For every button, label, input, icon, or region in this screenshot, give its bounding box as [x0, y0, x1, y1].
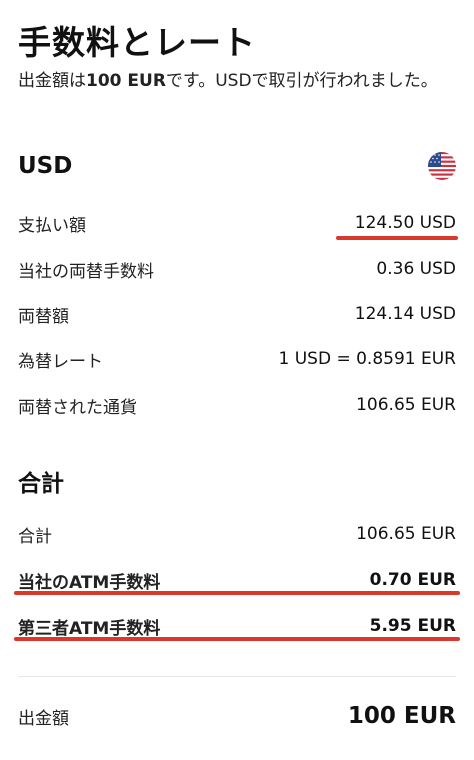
row-value: 124.50 USD [354, 213, 456, 233]
highlight-underline [336, 236, 458, 240]
row-value: 5.95 EUR [369, 616, 456, 636]
subtitle-text-pre: 出金額は [18, 71, 86, 91]
row-total: 合計 106.65 EUR [18, 520, 456, 548]
withdrawal-label: 出金額 [18, 708, 69, 729]
page-subtitle: 出金額は100 EURです。USDで取引が行われました。 [18, 68, 458, 95]
row-exchange-rate: 為替レート 1 USD = 0.8591 EUR [18, 345, 456, 373]
row-label: 合計 [18, 526, 52, 547]
withdrawal-amount-row: 出金額 100 EUR [18, 703, 456, 729]
divider [18, 676, 456, 677]
row-payment-amount: 支払い額 124.50 USD [18, 209, 456, 237]
withdrawal-value: 100 EUR [347, 703, 456, 729]
highlight-underline [14, 591, 460, 595]
row-third-party-atm-fee: 第三者ATM手数料 5.95 EUR [18, 612, 456, 640]
row-label: 為替レート [18, 351, 103, 372]
row-value: 1 USD = 0.8591 EUR [278, 349, 456, 369]
row-value: 106.65 EUR [356, 524, 456, 544]
row-value: 124.14 USD [354, 304, 456, 324]
row-value: 0.36 USD [376, 259, 456, 279]
row-label: 両替額 [18, 306, 69, 327]
highlight-underline [14, 637, 460, 641]
subtitle-amount: 100 EUR [86, 71, 166, 91]
row-label: 両替された通貨 [18, 397, 137, 418]
row-own-atm-fee: 当社のATM手数料 0.70 EUR [18, 566, 456, 594]
row-exchange-fee: 当社の両替手数料 0.36 USD [18, 255, 456, 283]
us-flag-icon [428, 152, 456, 180]
row-value: 106.65 EUR [356, 395, 456, 415]
row-label: 第三者ATM手数料 [18, 618, 161, 639]
row-label: 当社の両替手数料 [18, 261, 154, 282]
usd-section-title: USD [18, 153, 73, 179]
total-section-title: 合計 [18, 471, 64, 497]
row-converted-currency: 両替された通貨 106.65 EUR [18, 391, 456, 419]
row-label: 当社のATM手数料 [18, 572, 161, 593]
row-value: 0.70 EUR [369, 570, 456, 590]
row-label: 支払い額 [18, 215, 86, 236]
subtitle-text-post: です。USDで取引が行われました。 [165, 71, 438, 91]
page-title: 手数料とレート [18, 23, 256, 62]
row-exchanged-amount: 両替額 124.14 USD [18, 300, 456, 328]
